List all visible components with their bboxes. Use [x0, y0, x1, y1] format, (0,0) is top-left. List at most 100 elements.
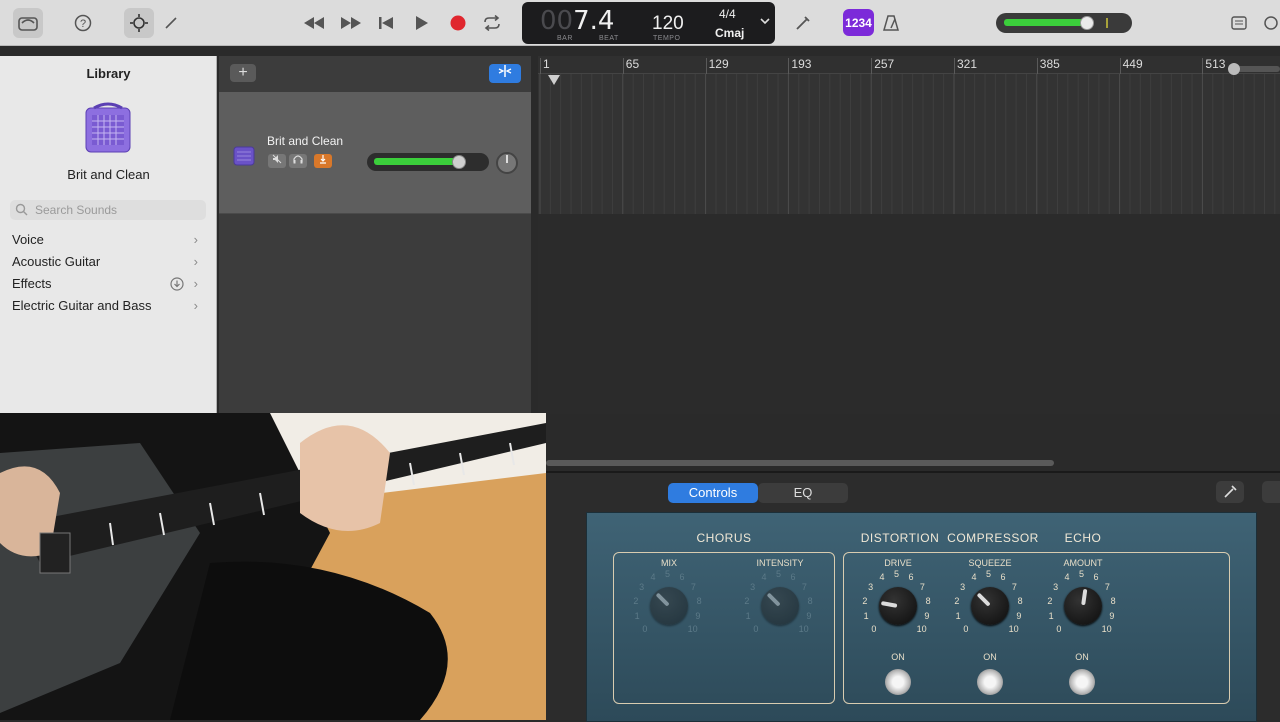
- lcd-key[interactable]: Cmaj: [715, 26, 744, 40]
- lcd-time-signature[interactable]: 4/4: [719, 7, 736, 21]
- master-volume-thumb[interactable]: [1080, 16, 1094, 30]
- master-volume-fill: [1004, 19, 1086, 26]
- zoom-slider[interactable]: [1228, 63, 1280, 75]
- intensity-scale-mark: 4: [761, 572, 767, 583]
- drive-scale-mark: 0: [871, 623, 877, 634]
- track-row[interactable]: Brit and Clean: [219, 92, 531, 214]
- mix-scale-mark: 1: [634, 610, 640, 621]
- mix-scale-mark: 3: [639, 582, 645, 593]
- notepad-icon[interactable]: [1224, 8, 1254, 38]
- ruler-label: 193: [791, 57, 812, 71]
- squeeze-knob-label: SQUEEZE: [968, 558, 1012, 568]
- drive-knob[interactable]: [879, 587, 917, 625]
- lcd-tempo[interactable]: 120: [652, 13, 684, 35]
- distortion-section-label: DISTORTION: [860, 531, 940, 545]
- plugin-icon[interactable]: [1262, 481, 1280, 503]
- tracks-area[interactable]: 1 65 129 193 257 321 385 449 513: [538, 56, 1280, 414]
- ruler-label: 321: [957, 57, 978, 71]
- tab-controls[interactable]: Controls: [668, 483, 758, 503]
- mix-knob[interactable]: [650, 587, 688, 625]
- count-in-button[interactable]: 1234: [843, 9, 874, 36]
- beat-grid: [539, 74, 1276, 214]
- amount-scale-mark: 5: [1079, 569, 1085, 579]
- ruler-tick: [540, 58, 541, 74]
- lcd-display[interactable]: 007.4 BAR BEAT 120 TEMPO 4/4 Cmaj: [522, 2, 775, 44]
- tab-eq[interactable]: EQ: [758, 483, 848, 503]
- amount-scale-mark: 1: [1048, 610, 1054, 621]
- smart-controls-icon[interactable]: [124, 8, 154, 38]
- intensity-knob[interactable]: [761, 587, 799, 625]
- intensity-knob-label: INTENSITY: [756, 558, 804, 568]
- mix-scale-mark: 4: [650, 572, 656, 583]
- intensity-scale-mark: 0: [753, 623, 759, 634]
- headphones-solo-icon[interactable]: [289, 154, 307, 168]
- svg-text:?: ?: [80, 18, 86, 30]
- library-item-acoustic-guitar[interactable]: Acoustic Guitar ›: [12, 254, 202, 274]
- ruler-tick: [871, 58, 873, 74]
- compressor-on-label: ON: [983, 652, 997, 662]
- horizontal-scrollbar[interactable]: [546, 460, 1054, 466]
- mute-icon[interactable]: [268, 154, 286, 168]
- squeeze-scale-mark: 1: [955, 610, 961, 621]
- track-name[interactable]: Brit and Clean: [267, 134, 343, 148]
- squeeze-scale-mark: 10: [1008, 623, 1019, 634]
- chevron-right-icon: ›: [193, 298, 198, 313]
- mix-knob-label: MIX: [660, 558, 677, 568]
- record-enable-icon[interactable]: [314, 154, 332, 168]
- ruler-label: 129: [708, 57, 729, 71]
- zoom-slider-thumb[interactable]: [1228, 63, 1240, 75]
- mix-scale-mark: 9: [695, 610, 701, 621]
- record-icon[interactable]: [443, 8, 473, 38]
- lcd-bar-leading-zeros: 00: [540, 6, 574, 36]
- library-search-field[interactable]: Search Sounds: [10, 200, 206, 220]
- library-search-placeholder: Search Sounds: [35, 203, 118, 217]
- fast-forward-icon[interactable]: [336, 8, 366, 38]
- track-volume-slider[interactable]: [367, 153, 489, 171]
- compressor-toggle[interactable]: [977, 669, 1003, 695]
- drive-scale-mark: 3: [868, 582, 874, 593]
- tuner-icon[interactable]: [788, 8, 818, 38]
- knob-pointer: [1081, 588, 1088, 606]
- ruler-tick: [705, 58, 707, 74]
- track-lane[interactable]: [538, 74, 1280, 214]
- track-volume-thumb[interactable]: [452, 155, 466, 169]
- rewind-icon[interactable]: [299, 8, 329, 38]
- echo-toggle[interactable]: [1069, 669, 1095, 695]
- add-track-button[interactable]: +: [230, 64, 256, 82]
- ruler-label: 1: [543, 57, 550, 71]
- go-to-beginning-icon[interactable]: [371, 8, 401, 38]
- drive-scale-mark: 8: [925, 595, 931, 606]
- control-bar: ? 007.4 BAR BEAT 120 TEMPO 4/4 Cmaj 1234: [0, 0, 1280, 46]
- amount-scale-mark: 6: [1093, 572, 1099, 583]
- lcd-dropdown-chevron-icon[interactable]: [760, 16, 770, 28]
- loop-browser-icon[interactable]: [1256, 8, 1280, 38]
- library-item-effects[interactable]: Effects ›: [12, 276, 202, 296]
- intensity-scale-mark: 9: [806, 610, 812, 621]
- track-pan-knob[interactable]: [496, 152, 518, 174]
- squeeze-knob[interactable]: [971, 587, 1009, 625]
- help-icon[interactable]: ?: [68, 8, 98, 38]
- lcd-bar: 7: [573, 6, 590, 36]
- library-item-electric-guitar-and-bass[interactable]: Electric Guitar and Bass ›: [12, 298, 202, 318]
- library-item-voice[interactable]: Voice ›: [12, 232, 202, 252]
- inspector-tuning-icon[interactable]: [1216, 481, 1244, 503]
- master-volume-slider[interactable]: [996, 13, 1132, 33]
- distortion-toggle[interactable]: [885, 669, 911, 695]
- guitarist-picture: [0, 413, 546, 720]
- amount-knob[interactable]: [1064, 587, 1102, 625]
- play-icon[interactable]: [407, 8, 437, 38]
- editor-pencil-icon[interactable]: [156, 8, 186, 38]
- ruler[interactable]: 1 65 129 193 257 321 385 449 513: [538, 56, 1280, 74]
- catch-playhead-button[interactable]: [489, 64, 521, 83]
- cycle-icon[interactable]: [477, 8, 507, 38]
- metronome-icon[interactable]: [876, 8, 906, 38]
- ruler-label: 257: [874, 57, 895, 71]
- playhead[interactable]: [548, 75, 560, 85]
- download-icon[interactable]: [170, 277, 184, 294]
- library-title: Library: [86, 66, 131, 81]
- mix-scale-mark: 6: [679, 572, 685, 583]
- amp-control-panel: CHORUS DISTORTION COMPRESSOR ECHO MIX IN…: [586, 512, 1257, 722]
- amount-scale-mark: 4: [1064, 572, 1070, 583]
- ruler-tick: [622, 58, 624, 74]
- library-toggle-icon[interactable]: [13, 8, 43, 38]
